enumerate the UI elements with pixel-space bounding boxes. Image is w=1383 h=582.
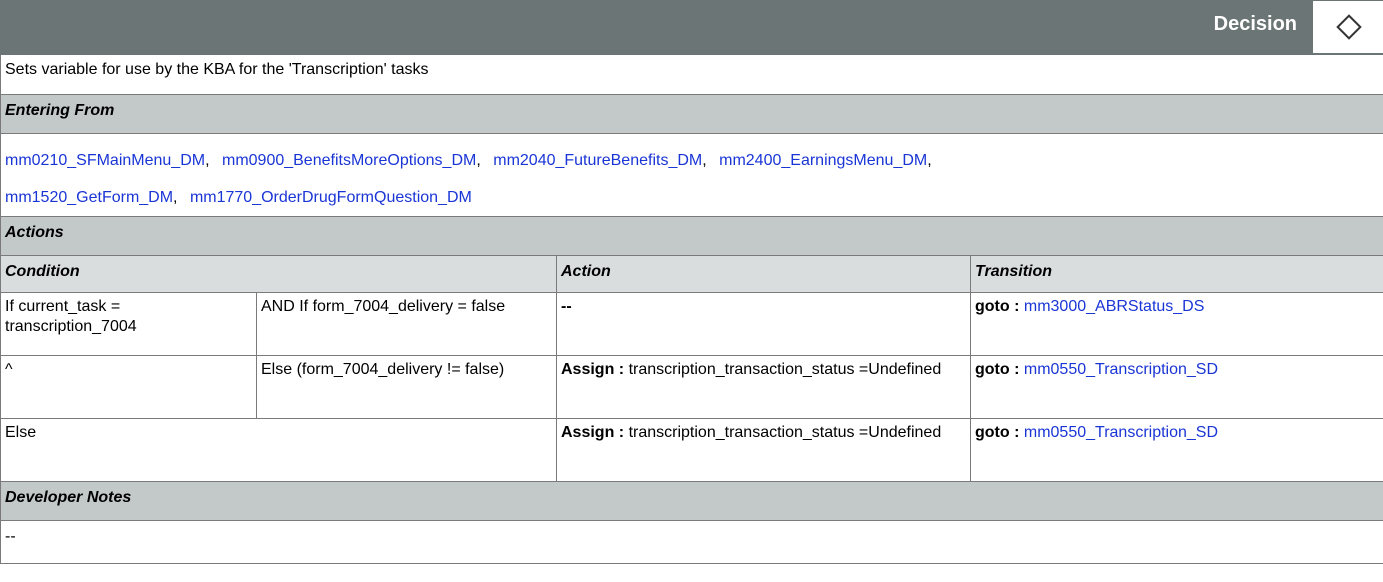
transition-cell: goto : mm0550_Transcription_SD [970, 355, 1383, 419]
condition-cell: ^ [0, 355, 257, 419]
entering-link[interactable]: mm0210_SFMainMenu_DM [5, 152, 205, 169]
link-separator: , [476, 152, 481, 169]
condition-column-header: Condition [0, 255, 557, 293]
transition-column-header: Transition [970, 255, 1383, 293]
entering-from-heading: Entering From [0, 94, 1383, 134]
transition-link[interactable]: mm3000_ABRStatus_DS [1024, 298, 1205, 315]
entering-link[interactable]: mm0900_BenefitsMoreOptions_DM [222, 152, 476, 169]
condition-cell: If current_task = transcription_7004 [0, 292, 257, 356]
action-prefix: Assign : [561, 361, 625, 378]
action-column-header: Action [556, 255, 971, 293]
entering-from-links: mm0210_SFMainMenu_DM, mm0900_BenefitsMor… [0, 133, 1383, 217]
node-description: Sets variable for use by the KBA for the… [0, 54, 1383, 95]
action-prefix: -- [561, 298, 572, 315]
developer-notes-text: -- [0, 520, 1383, 564]
diamond-icon [1336, 14, 1362, 40]
entering-link[interactable]: mm2040_FutureBenefits_DM [493, 152, 702, 169]
node-icon-box [1313, 1, 1383, 53]
node-header: Decision [0, 0, 1383, 55]
goto-label: goto : [975, 298, 1020, 315]
action-cell: Assign : transcription_transaction_statu… [556, 418, 971, 482]
entering-link[interactable]: mm2400_EarningsMenu_DM [719, 152, 927, 169]
action-text: transcription_transaction_status =Undefi… [628, 424, 942, 441]
goto-label: goto : [975, 361, 1020, 378]
action-row: ^ Else (form_7004_delivery != false) Ass… [0, 355, 1383, 419]
action-cell: Assign : transcription_transaction_statu… [556, 355, 971, 419]
transition-cell: goto : mm0550_Transcription_SD [970, 418, 1383, 482]
developer-notes-heading: Developer Notes [0, 481, 1383, 521]
action-cell: -- [556, 292, 971, 356]
transition-link[interactable]: mm0550_Transcription_SD [1024, 424, 1218, 441]
transition-cell: goto : mm3000_ABRStatus_DS [970, 292, 1383, 356]
node-type-label: Decision [1213, 13, 1297, 35]
entering-link[interactable]: mm1520_GetForm_DM [5, 189, 173, 206]
sub-condition-cell: AND If form_7004_delivery = false [256, 292, 557, 356]
entering-link[interactable]: mm1770_OrderDrugFormQuestion_DM [190, 189, 472, 206]
actions-heading: Actions [0, 216, 1383, 256]
decision-node-page: Decision Sets variable for use by the KB… [0, 0, 1383, 564]
condition-cell: Else [0, 418, 557, 482]
sub-condition-cell: Else (form_7004_delivery != false) [256, 355, 557, 419]
goto-label: goto : [975, 424, 1020, 441]
link-separator: , [702, 152, 707, 169]
transition-link[interactable]: mm0550_Transcription_SD [1024, 361, 1218, 378]
action-row: If current_task = transcription_7004 AND… [0, 292, 1383, 356]
link-separator: , [205, 152, 210, 169]
action-prefix: Assign : [561, 424, 625, 441]
link-separator: , [173, 189, 178, 206]
action-row: Else Assign : transcription_transaction_… [0, 418, 1383, 482]
decision-table: Decision Sets variable for use by the KB… [0, 0, 1383, 564]
action-text: transcription_transaction_status =Undefi… [628, 361, 942, 378]
link-separator: , [927, 152, 932, 169]
